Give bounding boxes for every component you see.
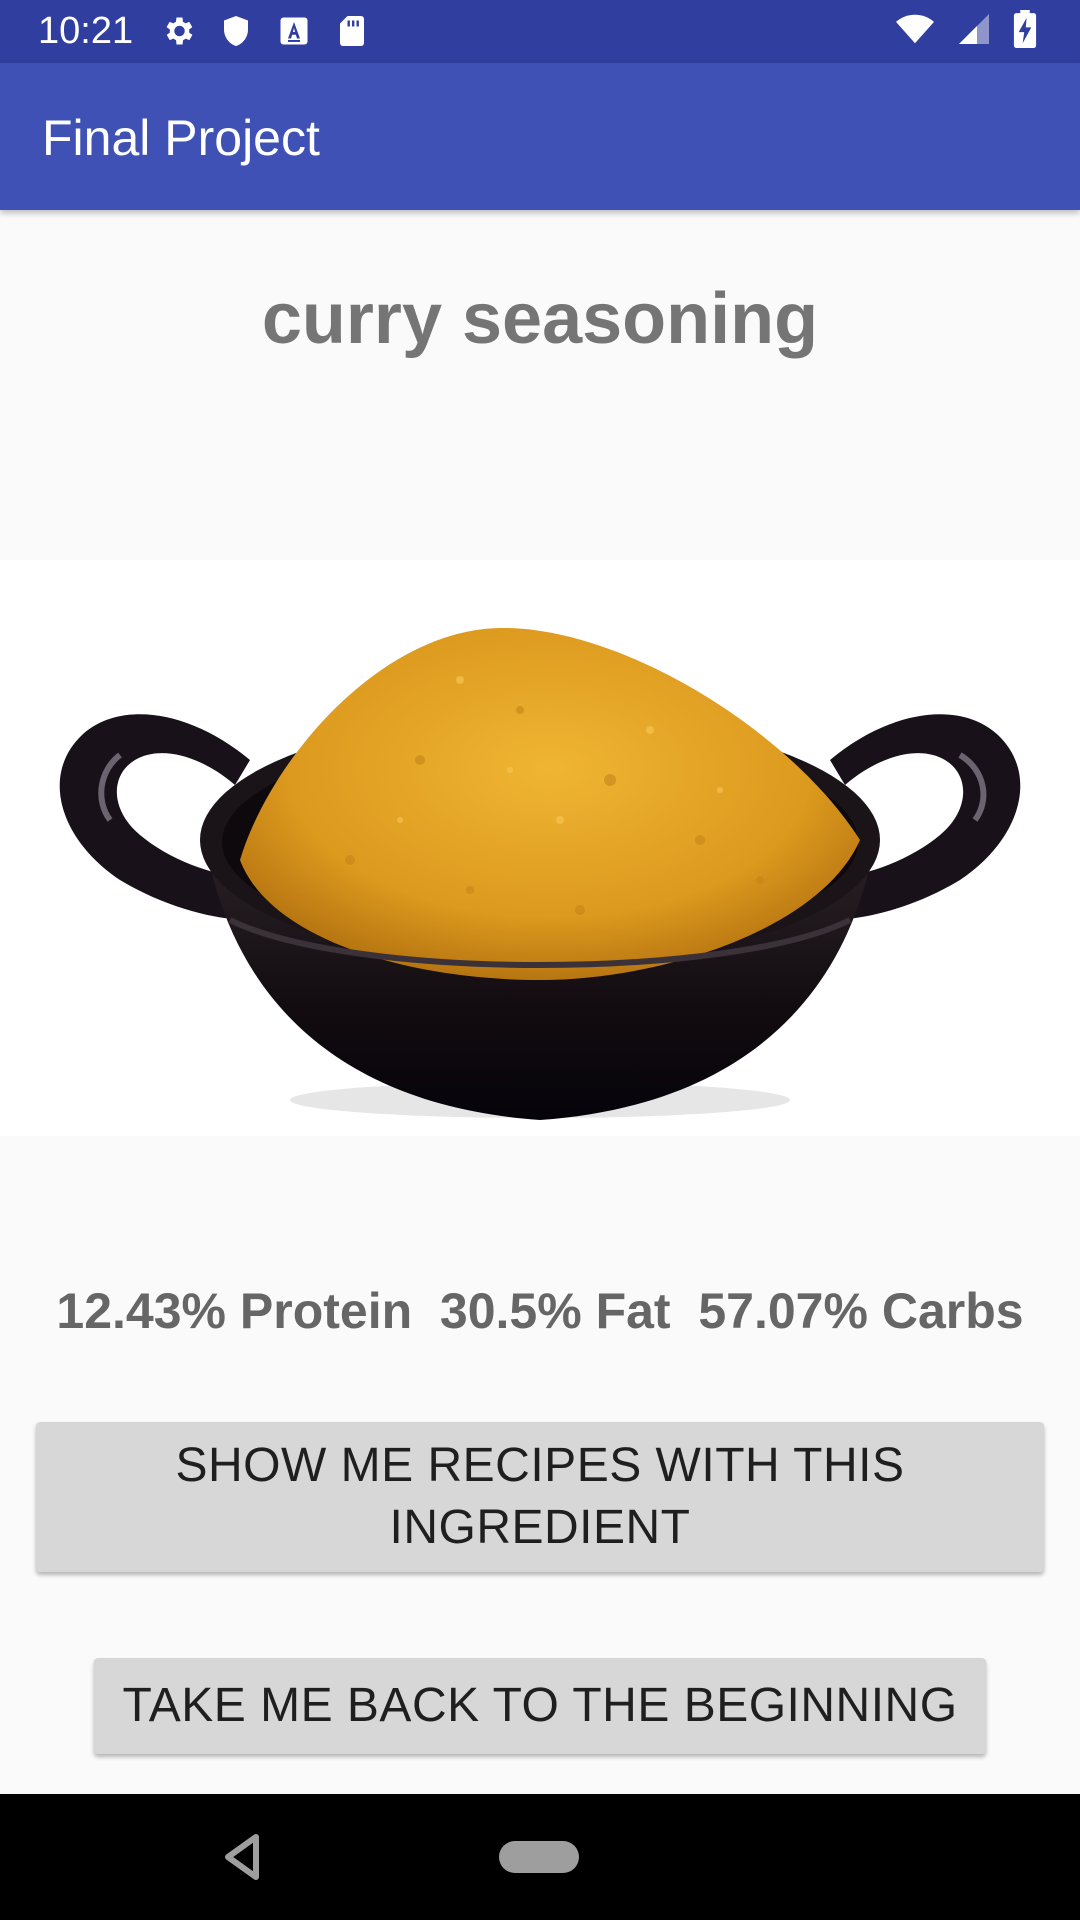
- sd-card-icon: [340, 16, 364, 46]
- app-bar: Final Project: [0, 63, 1080, 210]
- curry-bowl-image: [59, 627, 1021, 1120]
- ingredient-name: curry seasoning: [261, 279, 819, 359]
- status-icons-left: [160, 12, 370, 50]
- status-icons-right: [892, 10, 1040, 48]
- macros-text: 12.43% Protein 30.5% Fat 57.07% Carbs: [56, 1283, 1024, 1339]
- app-title: Final Project: [42, 110, 320, 166]
- show-recipes-label-line1: SHOW ME RECIPES WITH THIS: [175, 1439, 905, 1492]
- shield-icon: [224, 16, 248, 46]
- show-recipes-button[interactable]: SHOW ME RECIPES WITH THIS INGREDIENT: [36, 1422, 1044, 1572]
- back-to-beginning-label: TAKE ME BACK TO THE BEGINNING: [122, 1679, 958, 1732]
- status-bar: 10:21: [0, 0, 1080, 63]
- navigation-bar: [0, 1794, 1080, 1920]
- back-to-beginning-button[interactable]: TAKE ME BACK TO THE BEGINNING: [94, 1658, 986, 1754]
- home-pill-icon[interactable]: [499, 1841, 579, 1873]
- status-time: 10:21: [38, 10, 134, 52]
- settings-icon: [166, 17, 193, 45]
- back-triangle-icon[interactable]: [222, 1830, 262, 1884]
- show-recipes-button-label: SHOW ME RECIPES WITH THIS INGREDIENT: [176, 1435, 905, 1559]
- battery-charging-icon: [1013, 10, 1037, 48]
- signal-icon: [959, 14, 989, 44]
- wifi-icon: [896, 14, 934, 44]
- keyboard-a-icon: [280, 17, 308, 45]
- ingredient-image: [0, 560, 1080, 1136]
- show-recipes-label-line2: INGREDIENT: [389, 1501, 691, 1554]
